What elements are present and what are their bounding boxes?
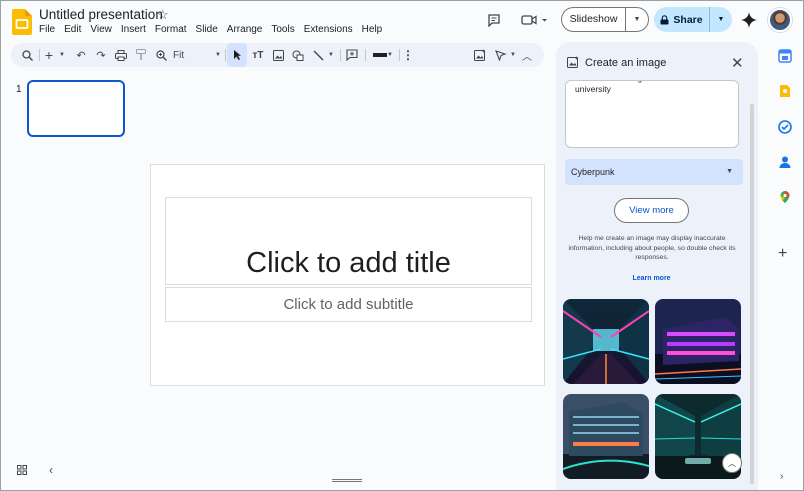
slideshow-dropdown-icon[interactable]: ▼ <box>626 16 648 23</box>
toolbar: + ▼ ↶ ↷ Fit ▼ ᴛT ▼ ▼ ⋮ ▼ ︿ <box>11 43 544 67</box>
shape-icon[interactable] <box>289 43 307 67</box>
line-weight-dropdown-icon[interactable]: ▼ <box>385 43 395 67</box>
redo-icon[interactable]: ↷ <box>93 43 109 67</box>
maps-icon[interactable] <box>778 190 792 204</box>
menu-extensions[interactable]: Extensions <box>304 24 353 35</box>
generated-image-3[interactable] <box>563 394 649 479</box>
menu-arrange[interactable]: Arrange <box>227 24 263 35</box>
toolbar-divider <box>340 49 341 61</box>
insert-comment-icon[interactable] <box>343 43 361 67</box>
print-icon[interactable] <box>113 43 129 67</box>
share-main[interactable]: Share <box>654 7 710 32</box>
gemini-sparkle-icon[interactable] <box>741 12 757 28</box>
menu-view[interactable]: View <box>90 24 112 35</box>
menu-insert[interactable]: Insert <box>121 24 146 35</box>
share-button[interactable]: Share ▼ <box>654 7 732 32</box>
generated-image-1[interactable] <box>563 299 649 384</box>
toolbar-divider <box>399 49 400 61</box>
document-title[interactable]: Untitled presentation <box>39 7 163 22</box>
collapse-filmstrip-icon[interactable]: ‹ <box>49 463 53 477</box>
grid-view-icon[interactable] <box>17 464 27 478</box>
menu-bar: File Edit View Insert Format Slide Arran… <box>39 24 382 35</box>
insert-image-icon[interactable] <box>269 43 287 67</box>
create-image-panel: Create an image ✕ an ultra-modern glass … <box>556 42 758 491</box>
create-image-icon <box>567 56 579 68</box>
slide-number: 1 <box>16 84 22 95</box>
menu-tools[interactable]: Tools <box>271 24 294 35</box>
new-slide-icon[interactable]: + <box>41 43 57 67</box>
account-avatar[interactable] <box>768 8 792 32</box>
chevron-down-icon: ▼ <box>726 168 733 175</box>
slide-thumbnail[interactable] <box>27 80 125 137</box>
zoom-value: Fit <box>173 49 185 61</box>
tasks-icon[interactable] <box>778 120 792 134</box>
share-dropdown-icon[interactable]: ▼ <box>710 16 732 23</box>
panel-scrollbar[interactable] <box>750 104 754 484</box>
pen-dropdown-icon[interactable]: ▼ <box>508 43 518 67</box>
toolbar-divider <box>39 49 40 61</box>
title-placeholder[interactable]: Click to add title <box>165 197 532 285</box>
paint-format-icon[interactable] <box>133 43 149 67</box>
prompt-input[interactable]: an ultra-modern glass and steel universi… <box>565 80 739 148</box>
scroll-to-top-button[interactable]: ︿ <box>722 453 742 473</box>
generated-image-2[interactable] <box>655 299 741 384</box>
slides-logo[interactable] <box>12 9 32 35</box>
subtitle-placeholder[interactable]: Click to add subtitle <box>165 287 532 322</box>
keep-icon[interactable] <box>778 84 792 98</box>
get-add-ons-icon[interactable]: + <box>778 245 787 263</box>
disclaimer-text: Help me create an image may display inac… <box>568 235 736 261</box>
close-icon[interactable]: ✕ <box>731 54 744 72</box>
prompt-text: an ultra-modern glass and steel universi… <box>575 81 694 94</box>
menu-edit[interactable]: Edit <box>64 24 81 35</box>
style-value: Cyberpunk <box>571 167 615 177</box>
zoom-dropdown-icon: ▼ <box>215 52 221 58</box>
zoom-icon[interactable] <box>153 43 169 67</box>
new-slide-layout-dropdown-icon[interactable]: ▼ <box>57 43 67 67</box>
speaker-notes-handle[interactable] <box>332 479 362 482</box>
learn-more-link[interactable]: Learn more <box>556 275 747 282</box>
panel-title: Create an image <box>585 57 667 69</box>
lock-icon <box>660 14 669 24</box>
more-options-icon[interactable]: ⋮ <box>401 43 415 67</box>
line-icon[interactable] <box>309 43 327 67</box>
comment-icon[interactable] <box>487 13 501 27</box>
search-menus-icon[interactable] <box>17 43 37 67</box>
toolbar-divider <box>225 49 226 61</box>
text-box-icon[interactable]: ᴛT <box>249 43 267 67</box>
hide-side-panel-icon[interactable]: › <box>780 471 783 482</box>
star-icon[interactable]: ☆ <box>157 7 169 23</box>
contacts-icon[interactable] <box>778 155 792 169</box>
style-select[interactable]: Cyberpunk ▼ <box>565 159 743 185</box>
collapse-toolbar-icon[interactable]: ︿ <box>520 43 534 67</box>
select-tool-icon[interactable] <box>227 43 247 67</box>
slideshow-button[interactable]: Slideshow ▼ <box>561 7 649 32</box>
zoom-select[interactable]: Fit ▼ <box>173 43 221 67</box>
share-label: Share <box>673 13 703 26</box>
meet-video-icon[interactable] <box>521 13 549 27</box>
undo-icon[interactable]: ↶ <box>73 43 89 67</box>
calendar-icon[interactable] <box>778 49 792 63</box>
slide-canvas[interactable]: Click to add title Click to add subtitle <box>150 164 545 386</box>
insert-image-panel-icon[interactable] <box>471 43 489 67</box>
menu-slide[interactable]: Slide <box>196 24 218 35</box>
menu-file[interactable]: File <box>39 24 55 35</box>
menu-format[interactable]: Format <box>155 24 187 35</box>
line-dropdown-icon[interactable]: ▼ <box>326 43 336 67</box>
toolbar-divider <box>365 49 366 61</box>
menu-help[interactable]: Help <box>362 24 383 35</box>
slideshow-label[interactable]: Slideshow <box>562 8 626 31</box>
view-more-button[interactable]: View more <box>614 198 689 223</box>
